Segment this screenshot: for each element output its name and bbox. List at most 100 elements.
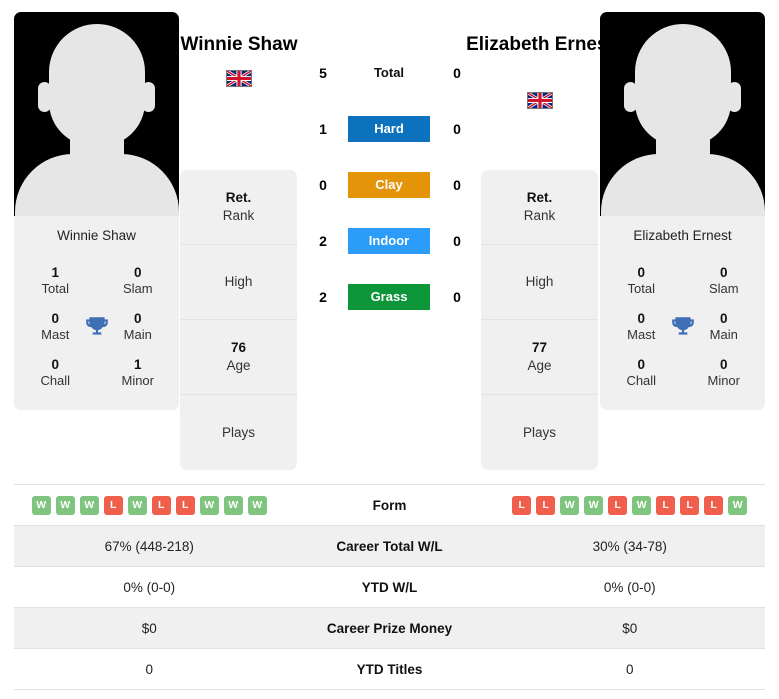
player-comparison-header: Winnie Shaw 1 Total 0 Slam 0 Mast 0 Main… <box>0 0 779 472</box>
player-photo-right <box>600 12 765 216</box>
stats-comparison-table: W W W L W L L W W W Form L L W W L W L L L W 67% (448-218) Car… <box>14 484 765 690</box>
form-badge-win[interactable]: W <box>79 495 99 515</box>
surface-count-right-hard: 0 <box>453 121 461 137</box>
form-badge-loss[interactable]: L <box>680 495 700 515</box>
stat-chall-left: 0 Chall <box>40 357 71 389</box>
form-badges-left: WWWLWLLWWW <box>14 495 285 515</box>
form-badge-win[interactable]: W <box>728 495 748 515</box>
avatar-silhouette-body <box>600 154 765 216</box>
surface-label-total: Total <box>373 65 405 80</box>
surface-count-left-grass: 2 <box>319 289 327 305</box>
info-plays-left: Plays <box>221 424 255 440</box>
form-badge-loss[interactable]: L <box>151 495 171 515</box>
table-row-label: YTD Titles <box>356 661 423 677</box>
titles-row-3-left: 0 Chall 1 Minor <box>14 350 179 396</box>
surface-count-right-clay: 0 <box>453 177 461 193</box>
trophy-icon <box>671 317 694 335</box>
surface-label-clay: Clay <box>348 172 430 198</box>
avatar-silhouette-ear-left <box>624 82 637 112</box>
player-name-left[interactable]: Winnie Shaw <box>164 33 314 57</box>
form-badge-loss[interactable]: L <box>536 495 556 515</box>
table-cell-right: 0 <box>625 661 634 677</box>
table-row-label: YTD W/L <box>361 579 418 595</box>
info-age-right: 77 Age <box>481 320 598 395</box>
surface-row-grass: 2 Grass 0 <box>300 284 480 310</box>
stat-total-left: 1 Total <box>41 265 69 297</box>
surface-count-left-hard: 1 <box>319 121 327 137</box>
table-cell-right: 30% (34-78) <box>592 538 667 554</box>
player-photo-left <box>14 12 179 216</box>
table-cell-left: 0 <box>145 661 153 677</box>
table-cell-right: 0% (0-0) <box>603 579 656 595</box>
table-row: $0 Career Prize Money $0 <box>14 608 765 649</box>
avatar-silhouette-ear-left <box>38 82 51 112</box>
player-name-right[interactable]: Elizabeth Ernest <box>465 33 615 57</box>
surface-count-right-indoor: 0 <box>453 233 461 249</box>
avatar-silhouette-body <box>14 154 179 216</box>
form-badges-right: LLWWLWLLLW <box>495 495 766 515</box>
form-badge-loss[interactable]: L <box>656 495 676 515</box>
table-cell-right: LLWWLWLLLW <box>495 495 766 515</box>
player-card-left[interactable]: Winnie Shaw 1 Total 0 Slam 0 Mast 0 Main… <box>14 12 179 410</box>
player-card-name-right: Elizabeth Ernest <box>600 216 765 256</box>
player-card-name-left: Winnie Shaw <box>14 216 179 256</box>
stat-slam-right: 0 Slam <box>708 265 739 297</box>
table-cell-right: $0 <box>622 620 638 636</box>
table-row-label: Career Prize Money <box>326 620 453 636</box>
uk-flag-icon <box>226 70 252 87</box>
surface-label-hard: Hard <box>348 116 430 142</box>
player-info-card-right: Ret. Rank High 77 Age Plays <box>481 170 598 470</box>
surface-row-hard: 1 Hard 0 <box>300 116 480 142</box>
uk-flag-icon <box>527 92 553 109</box>
info-high-rank-left: High <box>180 245 297 320</box>
info-high-rank-right: High <box>481 245 598 320</box>
form-badge-win[interactable]: W <box>223 495 243 515</box>
stat-minor-left: 1 Minor <box>121 357 154 389</box>
titles-row-1-right: 0 Total 0 Slam <box>600 258 765 304</box>
surface-count-left-total: 5 <box>319 65 327 81</box>
table-row: W W W L W L L W W W Form L L W W L W L L L W <box>14 485 765 526</box>
form-badge-loss[interactable]: L <box>512 495 532 515</box>
form-badge-win[interactable]: W <box>584 495 604 515</box>
form-badge-win[interactable]: W <box>31 495 51 515</box>
player-info-card-left: Ret. Rank High 76 Age Plays <box>180 170 297 470</box>
trophy-icon <box>85 317 108 335</box>
stat-minor-right: 0 Minor <box>707 357 740 389</box>
table-cell-left: $0 <box>141 620 157 636</box>
surface-count-left-clay: 0 <box>319 177 327 193</box>
form-badge-win[interactable]: W <box>199 495 219 515</box>
table-row-label: Career Total W/L <box>336 538 443 554</box>
player-card-right[interactable]: Elizabeth Ernest 0 Total 0 Slam 0 Mast 0… <box>600 12 765 410</box>
table-row-label: Form <box>372 497 407 513</box>
surface-row-clay: 0 Clay 0 <box>300 172 480 198</box>
info-ret-rank-left: Ret. Rank <box>180 170 297 245</box>
surface-label-indoor: Indoor <box>348 228 430 254</box>
form-badge-loss[interactable]: L <box>608 495 628 515</box>
form-badge-win[interactable]: W <box>55 495 75 515</box>
titles-row-1-left: 1 Total 0 Slam <box>14 258 179 304</box>
table-cell-left: 67% (448-218) <box>104 538 194 554</box>
avatar-silhouette-ear-right <box>728 82 741 112</box>
info-plays-right: Plays <box>522 424 556 440</box>
form-badge-win[interactable]: W <box>247 495 267 515</box>
info-ret-rank-right: Ret. Rank <box>481 170 598 245</box>
surface-comparison: 5 Total 0 1 Hard 0 0 Clay 0 2 Indoor 0 2 Grass 0 <box>300 60 480 340</box>
avatar-silhouette-ear-right <box>142 82 155 112</box>
form-badge-win[interactable]: W <box>632 495 652 515</box>
stat-slam-left: 0 Slam <box>122 265 153 297</box>
form-badge-loss[interactable]: L <box>175 495 195 515</box>
form-badge-loss[interactable]: L <box>103 495 123 515</box>
form-badge-win[interactable]: W <box>560 495 580 515</box>
titles-row-3-right: 0 Chall 0 Minor <box>600 350 765 396</box>
surface-row-total: 5 Total 0 <box>300 60 480 86</box>
table-row: 0% (0-0) YTD W/L 0% (0-0) <box>14 567 765 608</box>
form-badge-loss[interactable]: L <box>704 495 724 515</box>
table-row: 0 YTD Titles 0 <box>14 649 765 690</box>
table-row: 67% (448-218) Career Total W/L 30% (34-78) <box>14 526 765 567</box>
surface-label-grass: Grass <box>348 284 430 310</box>
form-badge-win[interactable]: W <box>127 495 147 515</box>
stat-total-right: 0 Total <box>627 265 655 297</box>
surface-row-indoor: 2 Indoor 0 <box>300 228 480 254</box>
titles-grid-right: 0 Total 0 Slam 0 Mast 0 Main 0 Chall 0 M… <box>600 256 765 410</box>
table-cell-left: WWWLWLLWWW <box>14 495 285 515</box>
